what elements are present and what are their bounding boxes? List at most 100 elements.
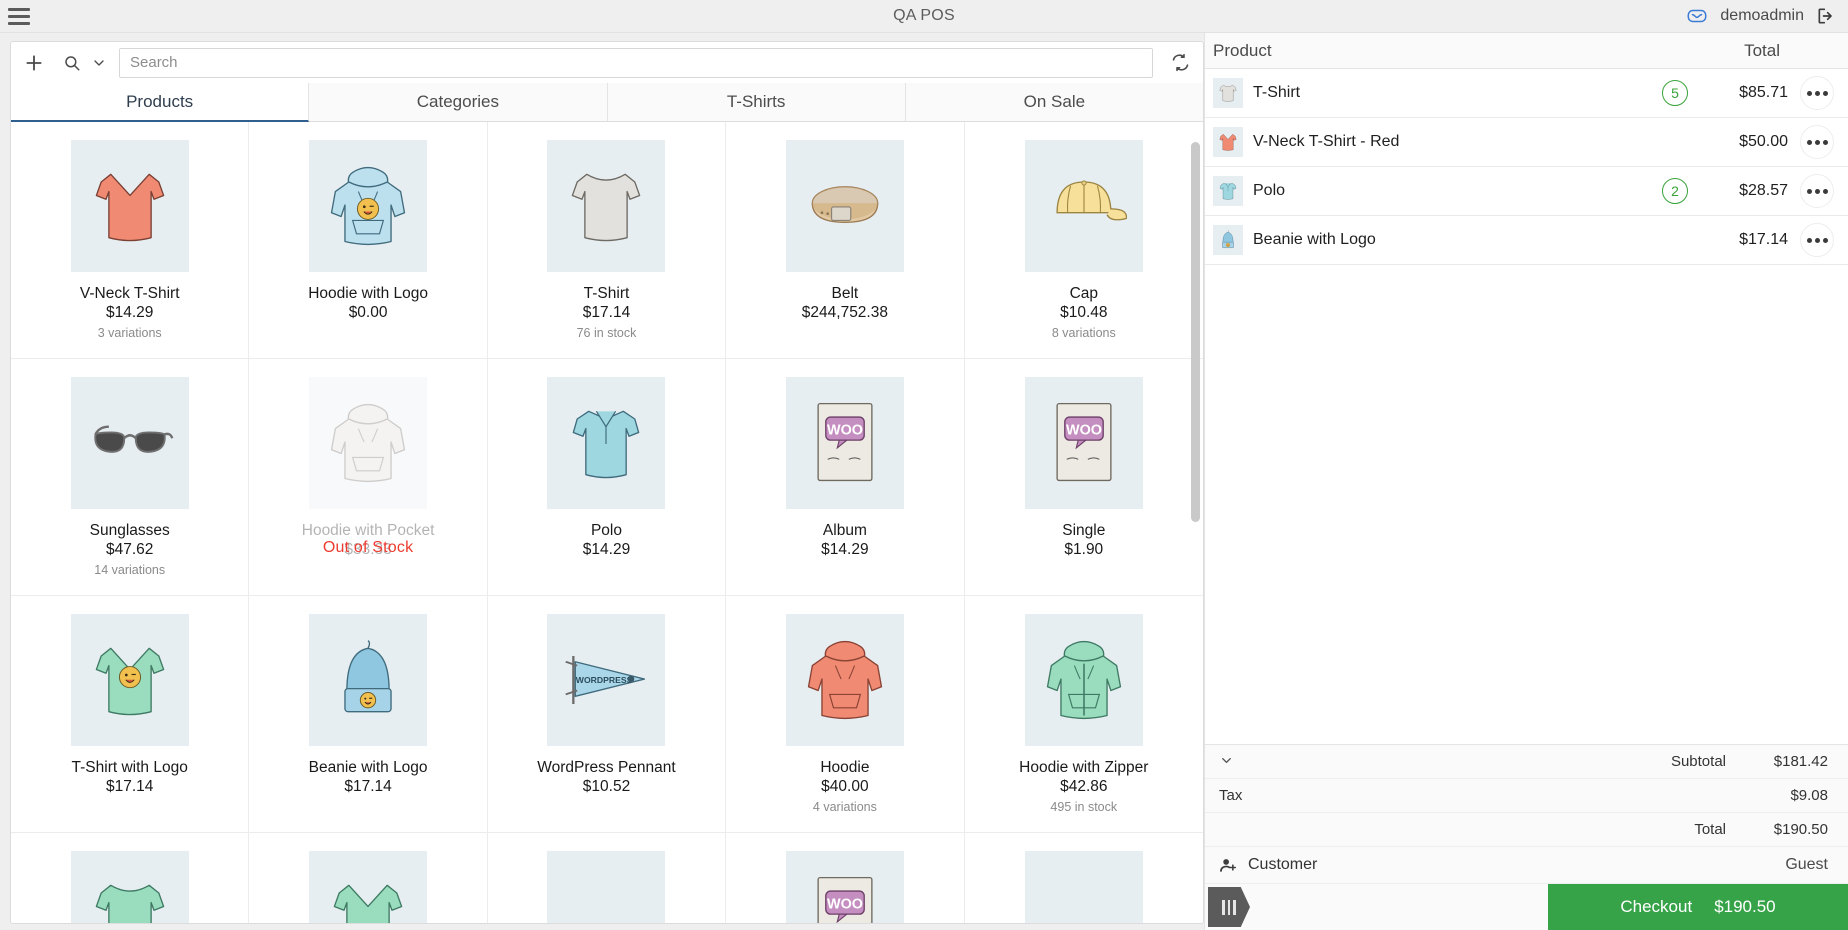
product-thumbnail bbox=[309, 851, 428, 923]
username-label: demoadmin bbox=[1720, 7, 1804, 24]
add-customer-icon bbox=[1219, 856, 1238, 875]
product-price: $47.62 bbox=[105, 541, 154, 559]
product-name: V-Neck T-Shirt bbox=[79, 285, 180, 302]
product-card[interactable] bbox=[964, 833, 1203, 923]
product-grid-scrollbar[interactable] bbox=[1191, 128, 1200, 917]
product-card[interactable]: T-Shirt with Logo $17.14 bbox=[11, 596, 250, 833]
cart-row[interactable]: T-Shirt 5 $85.71 bbox=[1205, 69, 1848, 118]
more-options-icon[interactable] bbox=[1800, 174, 1834, 208]
search-input[interactable] bbox=[119, 47, 1153, 78]
total-row: Total $190.50 bbox=[1205, 813, 1848, 847]
product-card[interactable]: Hoodie with Logo $0.00 bbox=[249, 122, 488, 359]
product-name: Hoodie with Zipper bbox=[1019, 759, 1149, 776]
cart-row[interactable]: Beanie with Logo $17.14 bbox=[1205, 216, 1848, 265]
product-card[interactable]: Beanie with Logo $17.14 bbox=[249, 596, 488, 833]
product-card[interactable]: Cap $10.48 8 variations bbox=[964, 122, 1203, 359]
cart-item-thumbnail bbox=[1213, 78, 1243, 108]
product-card[interactable]: Hoodie with Pocket $33.33 Out of Stock bbox=[249, 359, 488, 596]
search-icon[interactable] bbox=[55, 46, 89, 80]
product-meta: 3 variations bbox=[97, 325, 162, 340]
product-card[interactable]: WOO Single $1.90 bbox=[964, 359, 1203, 596]
more-options-icon[interactable] bbox=[1800, 125, 1834, 159]
product-thumbnail bbox=[547, 377, 666, 509]
product-thumbnail: WOO bbox=[785, 377, 904, 509]
product-name: Sunglasses bbox=[89, 522, 170, 539]
sync-refresh-icon[interactable] bbox=[1163, 46, 1197, 80]
product-thumbnail bbox=[309, 377, 428, 509]
cart-item-thumbnail bbox=[1213, 127, 1243, 157]
product-price: $42.86 bbox=[1060, 778, 1108, 796]
product-card[interactable]: Sunglasses $47.62 14 variations bbox=[11, 359, 250, 596]
product-thumbnail bbox=[1024, 140, 1143, 272]
tax-value: $9.08 bbox=[1790, 787, 1828, 804]
product-card[interactable] bbox=[11, 833, 250, 923]
cart-row[interactable]: V-Neck T-Shirt - Red $50.00 bbox=[1205, 118, 1848, 167]
product-price: $17.14 bbox=[344, 778, 392, 796]
customer-label: Customer bbox=[1248, 856, 1318, 873]
svg-text:WOO: WOO bbox=[1066, 422, 1102, 438]
product-card[interactable] bbox=[487, 833, 727, 923]
product-price: $10.48 bbox=[1060, 304, 1108, 322]
cart-header-product: Product bbox=[1213, 40, 1272, 60]
product-card[interactable]: Hoodie with Zipper $42.86 495 in stock bbox=[964, 596, 1203, 833]
product-card[interactable] bbox=[249, 833, 488, 923]
cart-row[interactable]: Polo 2 $28.57 bbox=[1205, 167, 1848, 216]
product-card[interactable]: Hoodie $40.00 4 variations bbox=[726, 596, 965, 833]
product-card[interactable]: Belt $244,752.38 bbox=[726, 122, 965, 359]
product-grid-wrapper: V-Neck T-Shirt $14.29 3 variations Hoodi… bbox=[10, 122, 1204, 924]
product-card[interactable]: WOO bbox=[726, 833, 965, 923]
products-panel: Products Categories T-Shirts On Sale V-N… bbox=[0, 33, 1204, 930]
cart-item-quantity-badge[interactable]: 2 bbox=[1662, 178, 1688, 204]
product-thumbnail bbox=[785, 614, 904, 746]
product-name: T-Shirt bbox=[583, 285, 630, 302]
title-bar-right: demoadmin bbox=[1686, 5, 1836, 27]
user-account-icon[interactable] bbox=[1686, 5, 1708, 27]
tab-products[interactable]: Products bbox=[11, 83, 310, 122]
plus-icon[interactable] bbox=[17, 46, 51, 80]
cart-item-thumbnail bbox=[1213, 225, 1243, 255]
product-name: Hoodie with Pocket bbox=[301, 522, 435, 539]
cart-header: Product Total bbox=[1205, 33, 1848, 69]
hamburger-icon[interactable] bbox=[8, 7, 42, 25]
product-meta: 8 variations bbox=[1051, 325, 1116, 340]
product-price: $244,752.38 bbox=[801, 304, 888, 322]
barcode-tag-icon[interactable] bbox=[1208, 887, 1250, 927]
product-card[interactable]: WORDPRESS WordPress Pennant $10.52 bbox=[487, 596, 727, 833]
product-card[interactable]: Polo $14.29 bbox=[487, 359, 727, 596]
product-thumbnail bbox=[70, 377, 189, 509]
product-thumbnail bbox=[70, 614, 189, 746]
title-bar: QA POS demoadmin bbox=[0, 0, 1848, 33]
product-name: Cap bbox=[1069, 285, 1098, 302]
cart-item-name: Polo bbox=[1253, 182, 1286, 199]
product-card[interactable]: V-Neck T-Shirt $14.29 3 variations bbox=[11, 122, 250, 359]
cart-item-name: V-Neck T-Shirt - Red bbox=[1253, 133, 1400, 150]
tab-on-sale[interactable]: On Sale bbox=[905, 83, 1203, 121]
checkout-button[interactable]: Checkout $190.50 bbox=[1548, 884, 1848, 930]
chevron-down-icon[interactable] bbox=[91, 55, 107, 71]
scrollbar-thumb[interactable] bbox=[1191, 142, 1200, 522]
tab-t-shirts[interactable]: T-Shirts bbox=[607, 83, 906, 121]
total-value: $190.50 bbox=[1773, 821, 1828, 838]
more-options-icon[interactable] bbox=[1800, 223, 1834, 257]
product-thumbnail bbox=[309, 614, 428, 746]
product-thumbnail bbox=[70, 140, 189, 272]
cart-item-quantity-badge[interactable]: 5 bbox=[1662, 80, 1688, 106]
search-filter-group[interactable] bbox=[55, 46, 107, 80]
product-name: T-Shirt with Logo bbox=[71, 759, 188, 776]
product-meta: 76 in stock bbox=[576, 325, 637, 340]
product-card[interactable]: T-Shirt $17.14 76 in stock bbox=[487, 122, 727, 359]
tab-categories[interactable]: Categories bbox=[309, 83, 608, 121]
product-name: Album bbox=[822, 522, 867, 539]
cart-item-name: Beanie with Logo bbox=[1253, 231, 1376, 248]
product-name: Single bbox=[1062, 522, 1106, 539]
cart-item-name: T-Shirt bbox=[1253, 84, 1301, 101]
product-card[interactable]: WOO Album $14.29 bbox=[726, 359, 965, 596]
logout-icon[interactable] bbox=[1816, 6, 1836, 26]
product-thumbnail bbox=[1024, 614, 1143, 746]
product-thumbnail bbox=[785, 140, 904, 272]
chevron-down-icon[interactable] bbox=[1219, 753, 1234, 771]
search-toolbar bbox=[10, 41, 1204, 83]
customer-row[interactable]: Customer Guest bbox=[1205, 847, 1848, 884]
more-options-icon[interactable] bbox=[1800, 76, 1834, 110]
product-thumbnail: WOO bbox=[785, 851, 904, 923]
